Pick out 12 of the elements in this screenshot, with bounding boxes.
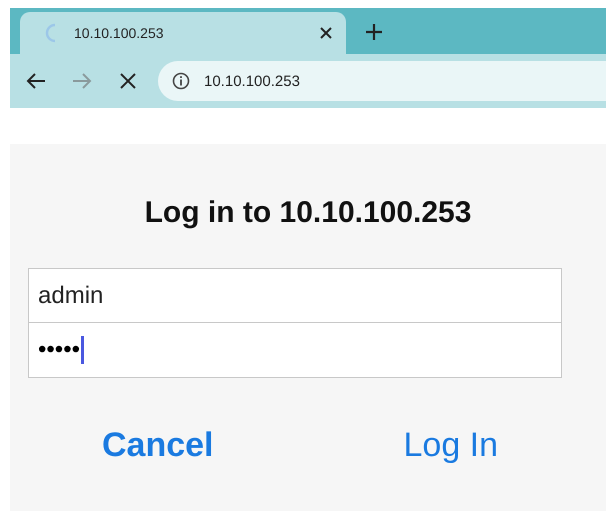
cancel-button[interactable]: Cancel: [102, 426, 214, 465]
browser-tab[interactable]: 10.10.100.253: [20, 12, 346, 54]
close-icon[interactable]: [320, 27, 332, 39]
username-field[interactable]: admin: [28, 268, 562, 323]
password-field[interactable]: •••••: [28, 323, 562, 378]
new-tab-icon[interactable]: [366, 24, 382, 40]
close-icon[interactable]: [118, 71, 138, 91]
dialog-title: Log in to 10.10.100.253: [144, 196, 472, 230]
info-icon[interactable]: [172, 72, 190, 90]
address-bar[interactable]: 10.10.100.253: [158, 61, 606, 101]
back-arrow-icon[interactable]: [26, 71, 46, 91]
login-button[interactable]: Log In: [404, 426, 498, 465]
